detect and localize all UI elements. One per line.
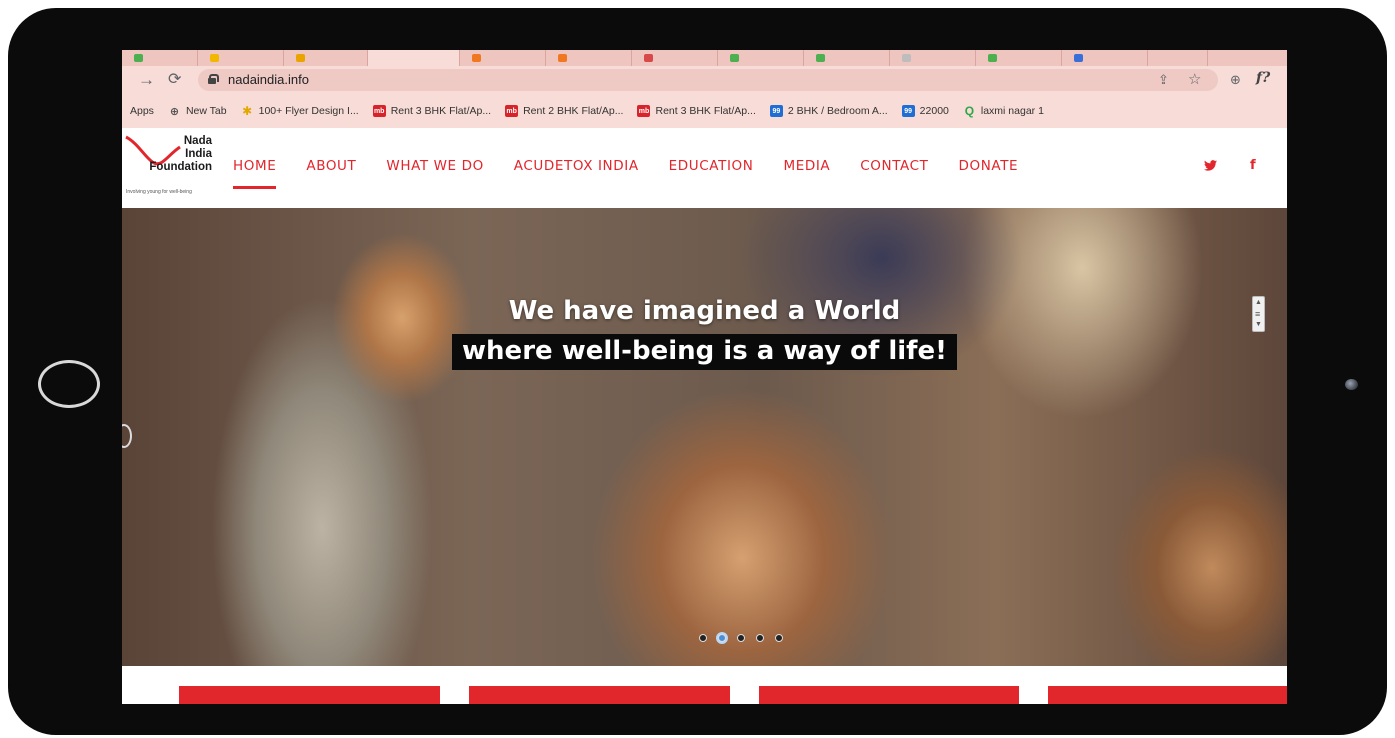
- feature-card[interactable]: [1048, 686, 1287, 704]
- twitter-icon[interactable]: [1204, 160, 1217, 171]
- bookmarks-bar: Apps ⊕ New Tab ✱ 100+ Flyer Design I... …: [122, 94, 1287, 128]
- bookmark-star-icon[interactable]: ☆: [1188, 70, 1201, 88]
- hero-headline-line-2: where well-being is a way of life!: [122, 334, 1287, 370]
- browser-tab[interactable]: [122, 50, 198, 66]
- bookmark-22000[interactable]: 99 22000: [901, 105, 949, 117]
- site-logo[interactable]: Nada India Foundation Involving young fo…: [124, 133, 214, 195]
- facebook-icon[interactable]: f: [1250, 158, 1256, 173]
- browser-tab-active[interactable]: [368, 50, 460, 66]
- hero-slider: We have imagined a World where well-bein…: [122, 208, 1287, 666]
- nav-contact[interactable]: CONTACT: [860, 158, 928, 174]
- browser-tab[interactable]: [460, 50, 546, 66]
- logo-line-1: Nada: [183, 135, 212, 147]
- bookmark-label: Apps: [130, 105, 154, 117]
- bookmark-flyer-design[interactable]: ✱ 100+ Flyer Design I...: [241, 104, 359, 118]
- bookmark-label: Rent 2 BHK Flat/Ap...: [523, 105, 624, 117]
- back-arrow-icon[interactable]: →: [138, 70, 155, 90]
- mb-icon: mb: [505, 105, 519, 117]
- bookmark-new-tab[interactable]: ⊕ New Tab: [168, 105, 227, 118]
- browser-tab[interactable]: [804, 50, 890, 66]
- nav-education[interactable]: EDUCATION: [669, 158, 754, 174]
- nav-media[interactable]: MEDIA: [783, 158, 830, 174]
- home-button[interactable]: [38, 360, 100, 408]
- main-nav: HOME ABOUT WHAT WE DO ACUDETOX INDIA EDU…: [233, 158, 1048, 189]
- browser-tab[interactable]: [284, 50, 368, 66]
- browser-tab[interactable]: [632, 50, 718, 66]
- 99-icon: 99: [769, 105, 783, 117]
- bookmark-rent-3bhk-2[interactable]: mb Rent 3 BHK Flat/Ap...: [637, 105, 756, 117]
- bookmark-apps[interactable]: Apps: [130, 105, 154, 117]
- slider-dot[interactable]: [775, 634, 783, 642]
- bookmark-label: New Tab: [185, 105, 227, 117]
- slider-dot[interactable]: [699, 634, 707, 642]
- bookmark-label: 100+ Flyer Design I...: [258, 105, 359, 117]
- browser-tab[interactable]: [976, 50, 1062, 66]
- nav-donate[interactable]: DONATE: [958, 158, 1018, 174]
- feature-card[interactable]: [179, 686, 440, 704]
- bookmark-2bhk-bedroom[interactable]: 99 2 BHK / Bedroom A...: [769, 105, 888, 117]
- quikr-icon: Q: [964, 104, 975, 118]
- bookmark-rent-2bhk[interactable]: mb Rent 2 BHK Flat/Ap...: [505, 105, 623, 117]
- extension-globe-icon[interactable]: ⊕: [1230, 72, 1241, 88]
- feature-card[interactable]: [469, 686, 730, 704]
- scroll-control[interactable]: ▲ ≡ ▼: [1252, 296, 1265, 332]
- tab-strip: [122, 50, 1287, 66]
- browser-tab[interactable]: [1062, 50, 1148, 66]
- slider-dot[interactable]: [756, 634, 764, 642]
- bookmark-label: 2 BHK / Bedroom A...: [787, 105, 888, 117]
- mb-icon: mb: [372, 105, 386, 117]
- globe-icon: ⊕: [169, 105, 180, 118]
- bookmark-rent-3bhk[interactable]: mb Rent 3 BHK Flat/Ap...: [372, 105, 492, 117]
- nav-what-we-do[interactable]: WHAT WE DO: [386, 158, 483, 174]
- bookmark-label: Rent 3 BHK Flat/Ap...: [390, 105, 492, 117]
- scroll-down-icon[interactable]: ▼: [1255, 321, 1262, 328]
- browser-tab[interactable]: [718, 50, 804, 66]
- flyer-icon: ✱: [242, 104, 253, 118]
- lock-icon: [208, 74, 219, 84]
- slider-dot[interactable]: [737, 634, 745, 642]
- share-icon[interactable]: ⇪: [1158, 72, 1169, 88]
- bookmark-label: 22000: [919, 105, 949, 117]
- mb-icon: mb: [637, 105, 651, 117]
- slider-dots: [699, 634, 794, 642]
- 99-icon: 99: [901, 105, 915, 117]
- feature-card[interactable]: [759, 686, 1019, 704]
- bookmark-label: laxmi nagar 1: [980, 105, 1044, 117]
- browser-tab[interactable]: [1148, 50, 1208, 66]
- nav-about[interactable]: ABOUT: [306, 158, 356, 174]
- feature-cards: [122, 666, 1287, 704]
- address-bar-row: → ⟳ nadaindia.info ⇪ ☆ ⊕ f?: [122, 66, 1287, 94]
- extension-fx-icon[interactable]: f?: [1256, 70, 1270, 86]
- browser-tab[interactable]: [198, 50, 284, 66]
- bookmark-laxmi-nagar[interactable]: Q laxmi nagar 1: [963, 104, 1044, 118]
- bookmark-label: Rent 3 BHK Flat/Ap...: [655, 105, 756, 117]
- nav-home[interactable]: HOME: [233, 158, 277, 189]
- scroll-up-icon[interactable]: ▲: [1255, 299, 1262, 306]
- browser-tab[interactable]: [546, 50, 632, 66]
- hero-headline-line-1: We have imagined a World: [508, 296, 901, 326]
- browser-window: → ⟳ nadaindia.info ⇪ ☆ ⊕ f? Apps ⊕ New T…: [122, 50, 1287, 704]
- slider-prev-icon[interactable]: [122, 424, 132, 448]
- logo-tagline: Involving young for well-being: [126, 189, 192, 195]
- logo-line-3: Foundation: [149, 161, 212, 173]
- scroll-grip-icon: ≡: [1255, 309, 1261, 319]
- nav-acudetox-india[interactable]: ACUDETOX INDIA: [514, 158, 639, 174]
- logo-line-2: India: [185, 148, 212, 160]
- site-header: Nada India Foundation Involving young fo…: [122, 128, 1287, 208]
- camera-icon: [1345, 379, 1358, 390]
- address-bar[interactable]: nadaindia.info ⇪ ☆: [198, 69, 1218, 91]
- slider-dot-active[interactable]: [718, 634, 726, 642]
- reload-icon[interactable]: ⟳: [168, 70, 181, 90]
- browser-tab[interactable]: [890, 50, 976, 66]
- url-text: nadaindia.info: [228, 72, 309, 87]
